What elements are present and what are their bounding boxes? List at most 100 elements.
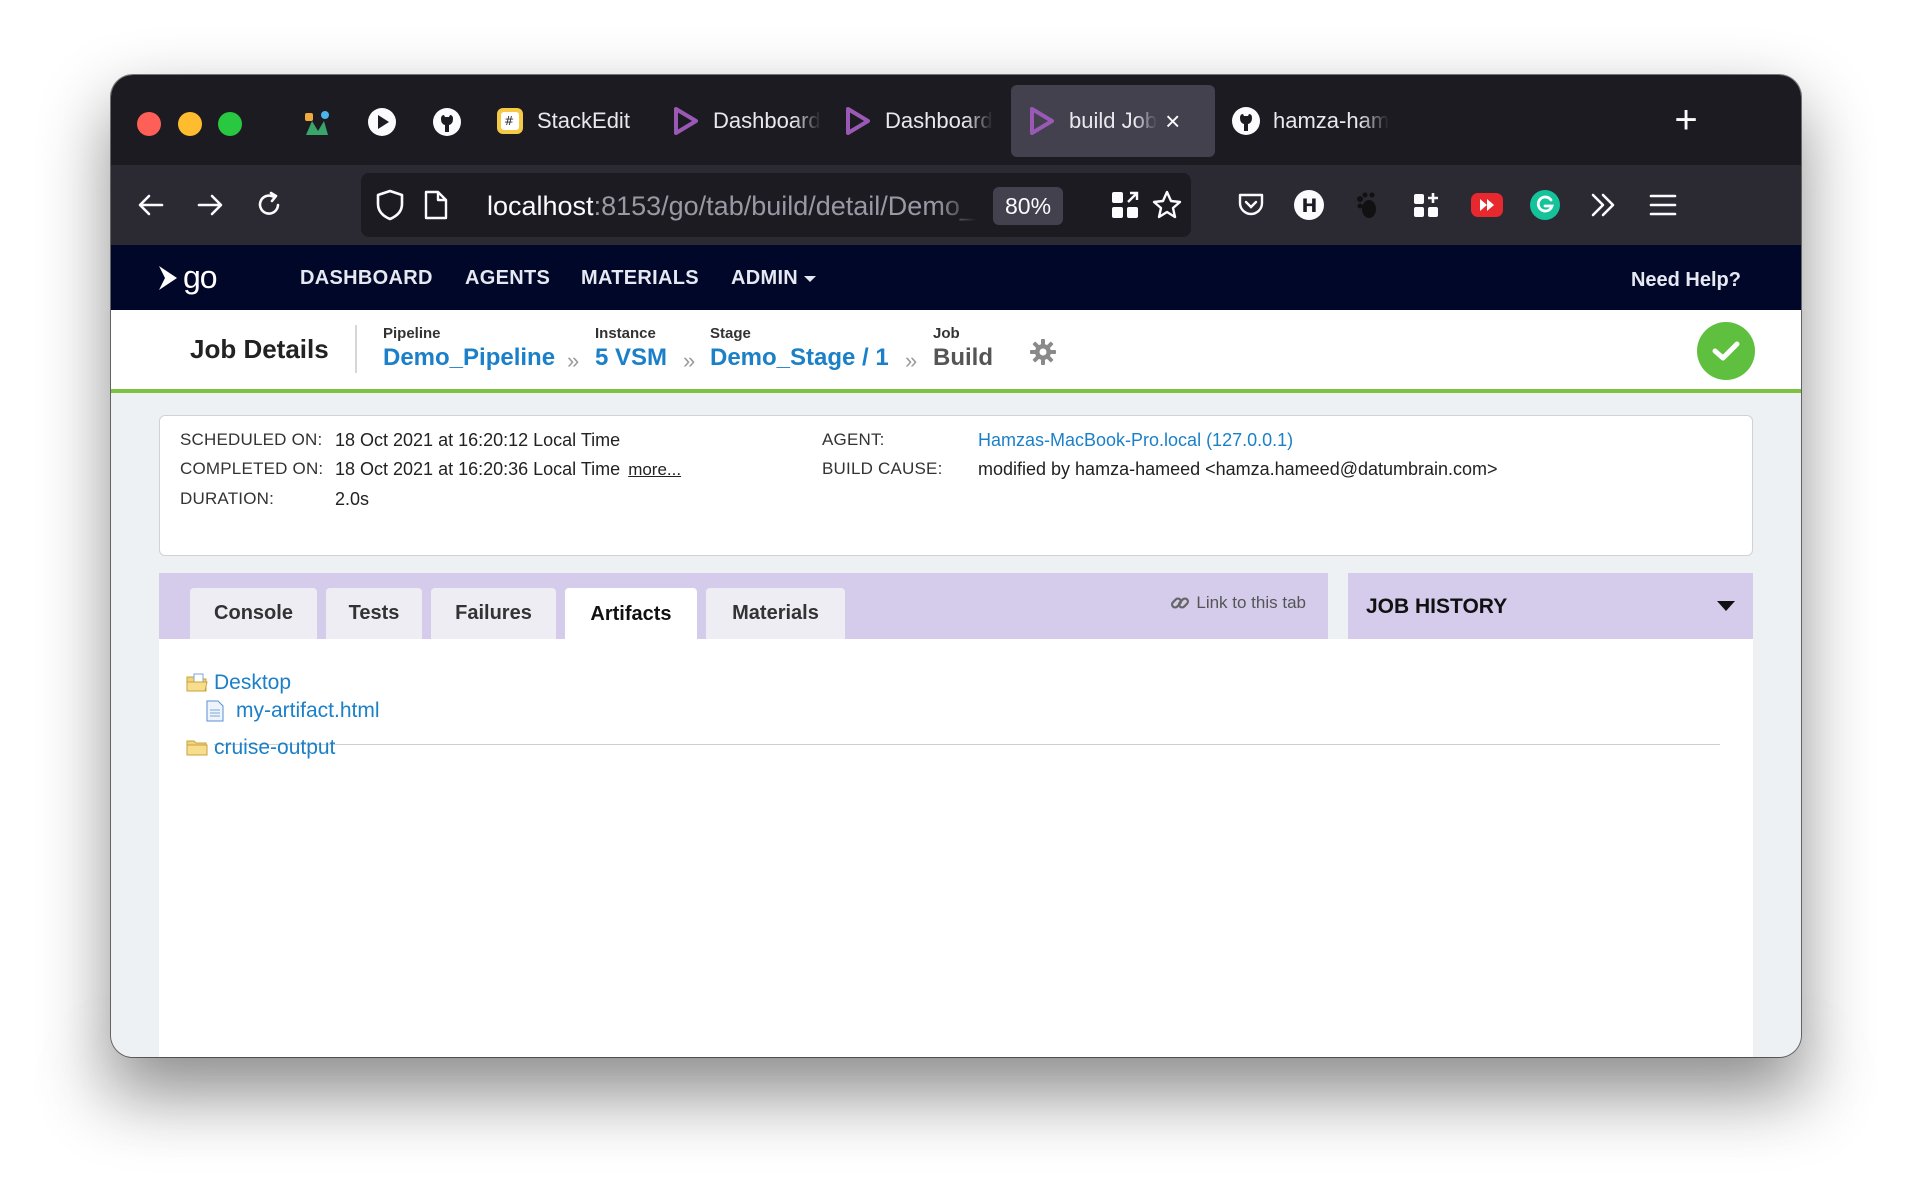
nav-admin-label: ADMIN: [731, 267, 799, 289]
breadcrumb-chevron-icon: »: [567, 348, 580, 373]
pocket-button[interactable]: [1225, 179, 1277, 231]
page-icon[interactable]: [423, 190, 449, 220]
minimize-window-button[interactable]: [178, 112, 202, 136]
back-button[interactable]: [125, 179, 177, 231]
tab-dashboard-1[interactable]: Dashboard: [671, 85, 821, 157]
completed-value-row: 18 Oct 2021 at 16:20:36 Local Time more..…: [335, 459, 681, 480]
link-to-tab[interactable]: Link to this tab: [1170, 593, 1306, 613]
build-cause-label: BUILD CAUSE:: [822, 459, 943, 478]
url-path: :8153/go/tab/build/detail/Demo_Pipeline/…: [593, 191, 977, 221]
double-chevron-icon: [1591, 193, 1615, 217]
pinned-tab-app[interactable]: [295, 100, 339, 144]
breadcrumb-label: Job: [933, 325, 960, 342]
gnome-extension-button[interactable]: [1341, 179, 1393, 231]
go-logo[interactable]: go: [155, 259, 218, 296]
page-title: Job Details: [190, 334, 329, 364]
link-icon: [1171, 597, 1190, 609]
close-tab-icon[interactable]: ×: [1165, 108, 1180, 134]
tab-label: StackEdit: [537, 108, 630, 133]
fast-forward-icon: [1471, 193, 1503, 217]
breadcrumb-pipeline: Pipeline Demo_Pipeline: [383, 325, 555, 372]
reload-button[interactable]: [243, 179, 295, 231]
breadcrumb-instance: Instance 5 VSM: [595, 325, 667, 372]
artifact-folder-desktop[interactable]: Desktop: [186, 671, 291, 695]
forward-button[interactable]: [184, 179, 236, 231]
nav-agents[interactable]: AGENTS: [465, 267, 550, 290]
stackedit-icon: #: [495, 106, 525, 136]
tab-console[interactable]: Console: [190, 588, 317, 639]
breadcrumb-job: Job Build: [933, 325, 993, 372]
shield-icon[interactable]: [375, 189, 405, 221]
new-tab-button[interactable]: +: [1661, 97, 1711, 147]
pinned-tab-github[interactable]: [425, 100, 469, 144]
agent-link[interactable]: Hamzas-MacBook-Pro.local (127.0.0.1): [978, 430, 1293, 451]
title-divider: [355, 325, 357, 373]
completed-value: 18 Oct 2021 at 16:20:36 Local Time: [335, 459, 621, 479]
close-window-button[interactable]: [137, 112, 161, 136]
job-tabs-bar: Console Tests Failures Artifacts Materia…: [159, 573, 1328, 640]
pocket-icon: [1238, 193, 1264, 216]
completed-label: COMPLETED ON:: [180, 459, 324, 478]
tab-build-job[interactable]: build Job ×: [1011, 85, 1215, 157]
tab-materials[interactable]: Materials: [706, 588, 845, 639]
foot-icon: [1357, 192, 1376, 218]
link-to-tab-label: Link to this tab: [1196, 593, 1306, 612]
tab-label: Dashboard: [713, 108, 821, 133]
extensions-grid-icon: [1414, 193, 1438, 217]
tab-stackedit[interactable]: # StackEdit: [495, 85, 645, 157]
artifact-divider: [214, 744, 1720, 745]
nav-materials[interactable]: MATERIALS: [581, 267, 699, 290]
pinned-tab-play[interactable]: [360, 100, 404, 144]
grammarly-button[interactable]: [1519, 179, 1571, 231]
scheduled-label: SCHEDULED ON:: [180, 430, 323, 449]
play-circle-icon: [368, 108, 396, 136]
artifact-file[interactable]: my-artifact.html: [206, 699, 380, 723]
main-content: SCHEDULED ON: 18 Oct 2021 at 16:20:12 Lo…: [111, 393, 1801, 1057]
file-icon: [206, 700, 224, 722]
gocd-icon: [1027, 106, 1057, 136]
breadcrumb-chevron-icon: »: [905, 348, 918, 373]
nav-dashboard[interactable]: DASHBOARD: [300, 267, 433, 290]
bookmark-star-button[interactable]: [1141, 179, 1193, 231]
tab-artifacts[interactable]: Artifacts: [565, 588, 697, 640]
grammarly-icon: [1530, 190, 1560, 220]
artifact-folder-cruise-output[interactable]: cruise-output: [186, 736, 335, 760]
job-history-panel[interactable]: JOB HISTORY: [1348, 573, 1753, 639]
star-icon: [1152, 190, 1182, 219]
gear-icon[interactable]: [1029, 338, 1057, 366]
caret-down-icon[interactable]: [1717, 601, 1735, 611]
maximize-window-button[interactable]: [218, 112, 242, 136]
breadcrumb-label: Instance: [595, 325, 656, 342]
duration-value: 2.0s: [335, 489, 370, 509]
pipeline-link[interactable]: Demo_Pipeline: [383, 344, 555, 371]
h-badge-icon: H: [1294, 190, 1324, 220]
menu-button[interactable]: [1637, 179, 1689, 231]
app-logo-icon: [305, 111, 329, 135]
instance-link[interactable]: 5 VSM: [595, 344, 667, 371]
tab-failures[interactable]: Failures: [431, 588, 556, 639]
nav-admin[interactable]: ADMIN: [731, 267, 817, 290]
tab-github[interactable]: hamza-ham: [1231, 85, 1401, 157]
more-tools-button[interactable]: [1577, 179, 1629, 231]
zoom-level-badge[interactable]: 80%: [993, 187, 1064, 225]
gocd-logo-icon: [159, 265, 177, 290]
tab-dashboard-2[interactable]: Dashboard: [843, 85, 993, 157]
gocd-icon: [843, 106, 873, 136]
address-bar[interactable]: localhost:8153/go/tab/build/detail/Demo_…: [361, 173, 1191, 237]
youtube-extension-button[interactable]: [1461, 179, 1513, 231]
stage-link[interactable]: Demo_Stage / 1: [710, 344, 889, 371]
extensions-button[interactable]: [1401, 179, 1453, 231]
reload-icon: [258, 191, 280, 215]
need-help-link[interactable]: Need Help?: [1631, 269, 1741, 292]
breadcrumb-chevron-icon: »: [683, 348, 696, 373]
agent-label: AGENT:: [822, 430, 885, 449]
url-text[interactable]: localhost:8153/go/tab/build/detail/Demo_…: [487, 191, 977, 222]
svg-text:H: H: [1302, 195, 1318, 217]
more-link[interactable]: more...: [628, 460, 681, 479]
tab-tests[interactable]: Tests: [326, 588, 422, 639]
qr-code-icon: [1112, 191, 1139, 218]
caret-down-icon: [804, 275, 817, 282]
tab-label: Dashboard: [885, 108, 993, 133]
honey-extension-button[interactable]: H: [1283, 179, 1335, 231]
svg-text:#: #: [504, 114, 514, 128]
